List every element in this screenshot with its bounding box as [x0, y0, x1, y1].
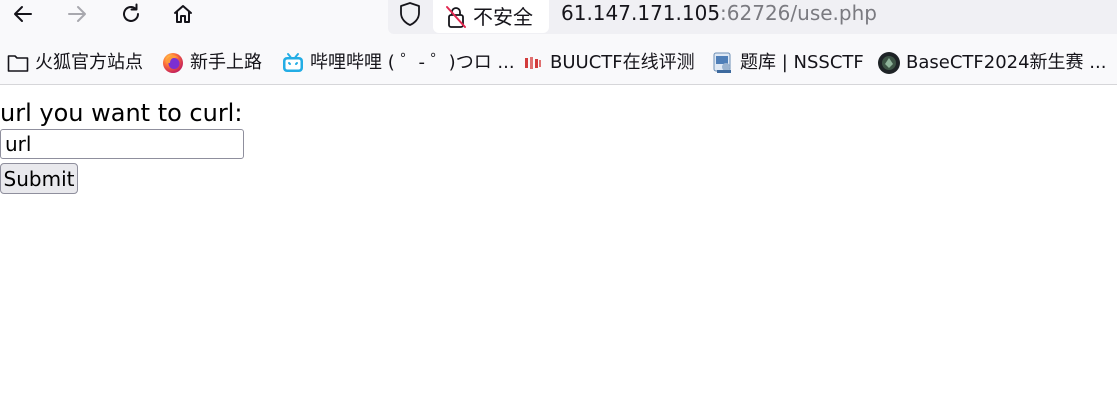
security-indicator[interactable]: 不安全 — [433, 0, 549, 33]
home-icon — [174, 5, 192, 23]
bookmarks-bar: 火狐官方站点 新手上路 哔哩哔哩 (゜- ゜)つロ ... BUUCTF在线评… — [0, 36, 1117, 85]
bookmark-label: 新手上路 — [190, 52, 262, 73]
home-button[interactable] — [165, 0, 201, 28]
security-label: 不安全 — [473, 4, 533, 29]
url-host: 61.147.171.105 — [561, 1, 721, 25]
browser-toolbar: 不安全 61.147.171.105:62726/use.php — [0, 0, 1117, 36]
url-input[interactable] — [0, 129, 244, 159]
bookmark-firefox-official[interactable]: 火狐官方站点 — [6, 50, 143, 76]
arrow-left-icon — [14, 6, 32, 22]
bookmark-nssctf[interactable]: 题库 | NSSCTF — [711, 50, 864, 76]
basectf-icon — [877, 51, 901, 75]
bookmark-buuctf[interactable]: BUUCTF在线评测 — [521, 50, 695, 76]
page-content: url you want to curl: Submit — [0, 85, 1117, 400]
bookmark-label: 火狐官方站点 — [35, 52, 143, 73]
back-button[interactable] — [5, 0, 41, 28]
reload-button[interactable] — [113, 0, 149, 28]
firefox-icon — [161, 51, 185, 75]
bookmark-label: BaseCTF2024新生赛 ... — [906, 52, 1107, 73]
tracking-protection-button[interactable] — [396, 0, 424, 28]
insecure-lock-icon — [446, 5, 466, 28]
submit-button[interactable]: Submit — [0, 163, 78, 194]
buuctf-icon — [521, 51, 545, 75]
shield-icon — [400, 2, 420, 26]
nssctf-icon — [711, 51, 735, 75]
arrow-right-icon — [68, 6, 86, 22]
url-path: :62726/use.php — [720, 1, 877, 25]
url-text[interactable]: 61.147.171.105:62726/use.php — [561, 0, 877, 26]
bookmark-basectf[interactable]: BaseCTF2024新生赛 ... — [877, 50, 1106, 76]
bookmark-label: 题库 | NSSCTF — [740, 52, 864, 73]
bookmark-label: BUUCTF在线评测 — [550, 52, 695, 73]
reload-icon — [123, 3, 139, 22]
bilibili-icon — [281, 51, 305, 75]
bookmark-getting-started[interactable]: 新手上路 — [161, 50, 262, 76]
url-prompt-label: url you want to curl: — [0, 99, 243, 127]
bookmark-bilibili[interactable]: 哔哩哔哩 ( ゜- ゜)つロ ... — [281, 50, 515, 76]
bookmark-label: 哔哩哔哩 ( ゜- ゜)つロ ... — [310, 52, 515, 73]
folder-icon — [6, 51, 30, 75]
forward-button[interactable] — [59, 0, 95, 28]
url-bar[interactable]: 不安全 61.147.171.105:62726/use.php — [388, 0, 1117, 34]
